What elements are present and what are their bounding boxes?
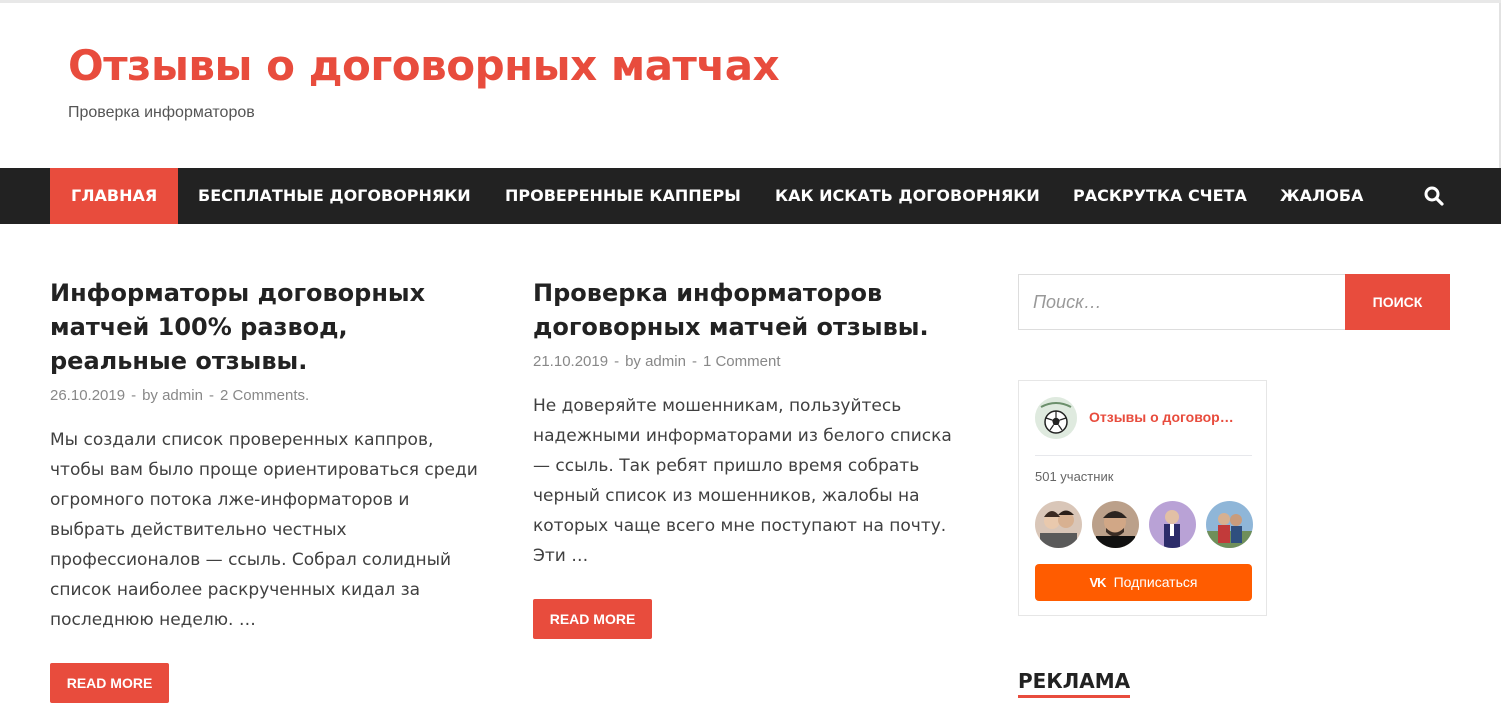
vk-logo-icon: VK xyxy=(1089,575,1107,590)
site-title[interactable]: Отзывы о договорных матчах xyxy=(68,41,780,90)
post-comments[interactable]: 1 Comment xyxy=(703,353,781,370)
post-comments[interactable]: 2 Comments. xyxy=(220,387,309,404)
vk-subscribe-button[interactable]: VK Подписаться xyxy=(1035,564,1252,601)
read-more-button[interactable]: READ MORE xyxy=(533,599,652,639)
member-avatar[interactable] xyxy=(1149,501,1196,548)
post-excerpt: Не доверяйте мошенникам, пользуйтесь над… xyxy=(533,396,952,566)
divider xyxy=(1035,455,1252,456)
member-avatar[interactable] xyxy=(1206,501,1253,548)
post-title[interactable]: Проверка информаторов договорных матчей … xyxy=(533,276,973,344)
group-logo-icon[interactable] xyxy=(1035,397,1077,439)
vk-group-name[interactable]: Отзывы о договор… xyxy=(1089,409,1234,425)
post-title[interactable]: Информаторы договорных матчей 100% разво… xyxy=(50,276,480,378)
meta-separator: - xyxy=(614,353,620,370)
nav-item-how-to-find[interactable]: КАК ИСКАТЬ ДОГОВОРНЯКИ xyxy=(775,168,1040,224)
vk-group-widget: Отзывы о договор… 501 участник VK Подпис… xyxy=(1018,380,1267,616)
nav-item-complaint[interactable]: ЖАЛОБА xyxy=(1280,168,1363,224)
ad-section-heading: РЕКЛАМА xyxy=(1018,669,1131,698)
site-tagline: Проверка информаторов xyxy=(68,104,255,121)
read-more-button[interactable]: READ MORE xyxy=(50,663,169,703)
post-author[interactable]: by admin xyxy=(142,387,203,404)
main-navigation: ГЛАВНАЯ БЕСПЛАТНЫЕ ДОГОВОРНЯКИ ПРОВЕРЕНН… xyxy=(0,168,1501,224)
nav-item-verified-cappers[interactable]: ПРОВЕРЕННЫЕ КАППЕРЫ xyxy=(505,168,741,224)
vk-members-count[interactable]: 501 участник xyxy=(1035,469,1113,484)
meta-separator: - xyxy=(691,353,697,370)
post-author[interactable]: by admin xyxy=(625,353,686,370)
member-avatar[interactable] xyxy=(1092,501,1139,548)
nav-item-free-fixed-matches[interactable]: БЕСПЛАТНЫЕ ДОГОВОРНЯКИ xyxy=(198,168,471,224)
meta-separator: - xyxy=(131,387,137,404)
vk-subscribe-label: Подписаться xyxy=(1113,574,1198,590)
post-meta: 21.10.2019- by admin -1 Comment xyxy=(533,353,780,370)
search-icon[interactable] xyxy=(1424,186,1444,206)
nav-item-account-boost[interactable]: РАСКРУТКА СЧЕТА xyxy=(1073,168,1247,224)
search-button[interactable]: ПОИСК xyxy=(1345,274,1450,330)
top-border xyxy=(0,0,1501,3)
post-excerpt: Мы создали список проверенных каппров, ч… xyxy=(50,430,478,630)
member-avatar[interactable] xyxy=(1035,501,1082,548)
post-date[interactable]: 26.10.2019 xyxy=(50,387,125,404)
nav-item-home[interactable]: ГЛАВНАЯ xyxy=(50,168,179,224)
search-input[interactable] xyxy=(1018,274,1346,330)
post-date[interactable]: 21.10.2019 xyxy=(533,353,608,370)
meta-separator: - xyxy=(208,387,214,404)
post-meta: 26.10.2019- by admin -2 Comments. xyxy=(50,387,309,404)
